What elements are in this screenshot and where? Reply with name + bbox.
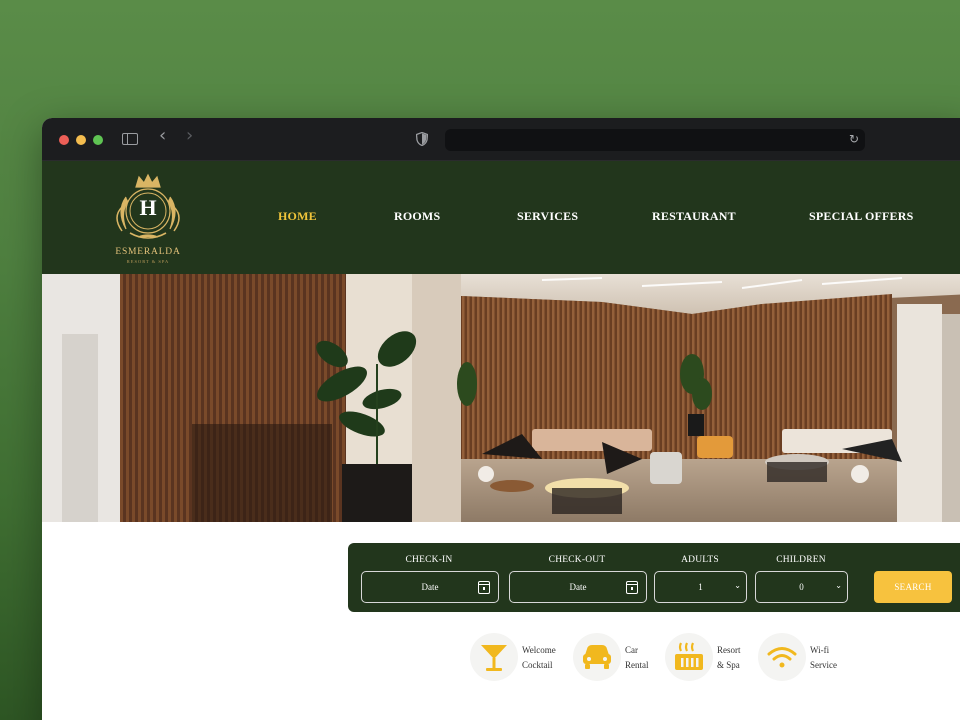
- wifi-icon: [767, 647, 797, 668]
- checkout-date-field[interactable]: Date: [509, 571, 647, 603]
- nav-restaurant[interactable]: RESTAURANT: [652, 209, 736, 224]
- back-arrow-icon[interactable]: ‹: [159, 127, 166, 145]
- amenity-label: Welcome Cocktail: [522, 645, 556, 670]
- forward-arrow-icon[interactable]: ›: [186, 127, 193, 145]
- adults-select[interactable]: 1 ⌄: [654, 571, 747, 603]
- logo-tagline: RESORT & SPA: [126, 259, 170, 264]
- browser-window: ‹ › ↻ H ESMERALDA RESORT & SPA HOME ROOM…: [42, 118, 960, 720]
- calendar-icon[interactable]: [626, 581, 638, 594]
- amenity-label: Car Rental: [625, 645, 649, 670]
- address-bar[interactable]: ↻: [445, 129, 865, 151]
- amenity-label: Resort & Spa: [717, 645, 741, 670]
- nav-services[interactable]: SERVICES: [517, 209, 578, 224]
- checkin-date-field[interactable]: Date: [361, 571, 499, 603]
- car-icon: [583, 645, 611, 669]
- close-window-button[interactable]: [59, 135, 69, 145]
- logo-name: ESMERALDA: [115, 247, 181, 257]
- calendar-icon[interactable]: [478, 581, 490, 594]
- minimize-window-button[interactable]: [76, 135, 86, 145]
- nav-home[interactable]: HOME: [278, 209, 317, 224]
- spa-icon: [675, 642, 703, 670]
- nav-special-offers[interactable]: SPECIAL OFFERS: [809, 209, 914, 224]
- children-value: 0: [799, 582, 804, 592]
- checkin-label: CHECK-IN: [405, 555, 453, 565]
- checkout-label: CHECK-OUT: [548, 555, 606, 565]
- logo-letter: H: [139, 195, 157, 220]
- nav-rooms[interactable]: ROOMS: [394, 209, 440, 224]
- browser-toolbar: ‹ › ↻: [42, 118, 960, 161]
- hero-lobby-image: [42, 274, 960, 522]
- sidebar-toggle-icon[interactable]: [122, 133, 138, 145]
- amenity-label: Wi-fi Service: [810, 645, 837, 670]
- cocktail-icon: [481, 645, 507, 671]
- children-select[interactable]: 0 ⌄: [755, 571, 848, 603]
- zoom-window-button[interactable]: [93, 135, 103, 145]
- checkout-value: Date: [569, 582, 587, 592]
- chevron-down-icon: ⌄: [734, 581, 741, 590]
- privacy-shield-icon[interactable]: [416, 132, 428, 146]
- chevron-down-icon: ⌄: [835, 581, 842, 590]
- adults-label: ADULTS: [681, 555, 719, 565]
- search-button[interactable]: SEARCH: [874, 571, 952, 603]
- checkin-value: Date: [421, 582, 439, 592]
- adults-value: 1: [698, 582, 703, 592]
- booking-form: CHECK-IN Date CHECK-OUT Date ADULTS 1 ⌄ …: [348, 543, 960, 612]
- children-label: CHILDREN: [776, 555, 826, 565]
- reload-icon[interactable]: ↻: [849, 132, 859, 146]
- site-header: H ESMERALDA RESORT & SPA HOME ROOMS SERV…: [42, 161, 960, 274]
